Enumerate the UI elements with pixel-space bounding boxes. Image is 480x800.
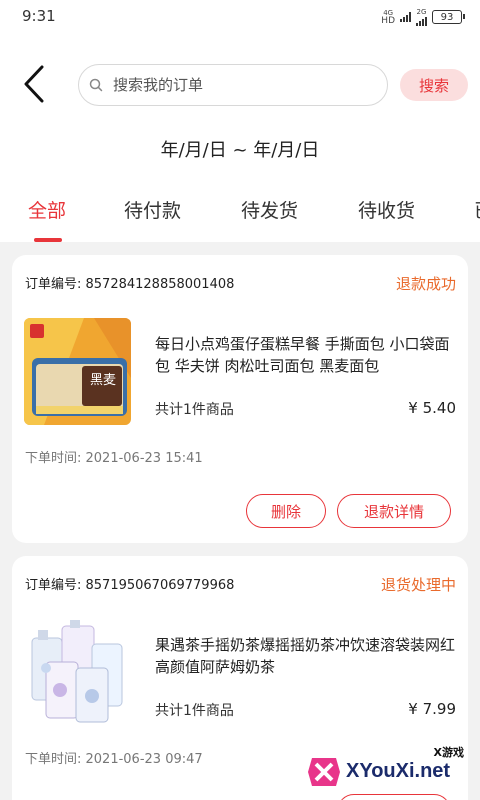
network-2g-icon: 2G bbox=[416, 8, 427, 26]
network-hd-4g-icon: 4G HD bbox=[381, 9, 395, 26]
order-status: 退货处理中 bbox=[380, 576, 456, 594]
order-time: 下单时间: 2021-06-23 09:47 bbox=[25, 752, 203, 767]
watermark-logo-icon bbox=[308, 758, 340, 786]
status-time: 9:31 bbox=[22, 7, 56, 25]
watermark-site-name: XYouXi.net bbox=[346, 760, 451, 782]
signal-bars-2-icon bbox=[416, 16, 427, 26]
item-count: 共计1件商品 bbox=[155, 703, 234, 719]
product-name[interactable]: 每日小点鸡蛋仔蛋糕早餐 手撕面包 小口袋面包 华夫饼 肉松吐司面包 黑麦面包 bbox=[155, 333, 455, 377]
refund-details-button[interactable]: 退款详情 bbox=[337, 494, 451, 528]
tab-completed[interactable]: 已 bbox=[474, 196, 480, 223]
status-bar: 9:31 4G HD 2G 93 bbox=[0, 0, 480, 34]
search-button[interactable]: 搜索 bbox=[400, 69, 468, 101]
tab-pending-receipt[interactable]: 待收货 bbox=[358, 196, 415, 223]
order-status: 退款成功 bbox=[395, 275, 456, 293]
search-input[interactable] bbox=[113, 76, 373, 94]
battery-icon: 93 bbox=[432, 10, 465, 24]
product-image[interactable]: 黑麦 bbox=[24, 318, 131, 425]
date-range-picker[interactable]: 年/月/日 ~ 年/月/日 bbox=[0, 136, 480, 162]
signal-bars-icon bbox=[400, 12, 411, 22]
product-name[interactable]: 果遇茶手摇奶茶爆摇摇奶茶冲饮速溶袋装网红高颜值阿萨姆奶茶 bbox=[155, 634, 455, 678]
watermark-small-text: X游戏 bbox=[433, 746, 464, 759]
order-tabs: 全部 待付款 待发货 待收货 已 bbox=[0, 196, 480, 242]
product-package-label: 黑麦 bbox=[90, 373, 116, 388]
order-time: 下单时间: 2021-06-23 15:41 bbox=[25, 451, 203, 466]
order-card[interactable]: 订单编号: 857284128858001408 退款成功 黑麦 每日小点鸡蛋仔… bbox=[12, 255, 468, 543]
site-watermark: X游戏 XYouXi.net bbox=[304, 740, 480, 800]
order-price: ¥ 5.40 bbox=[408, 399, 456, 417]
battery-level: 93 bbox=[440, 11, 454, 23]
search-icon bbox=[89, 78, 103, 92]
delete-button[interactable]: 删除 bbox=[246, 494, 326, 528]
milk-tea-product-image bbox=[24, 618, 131, 725]
order-number: 订单编号: 857195067069779968 bbox=[25, 578, 235, 593]
status-icons: 4G HD 2G 93 bbox=[381, 8, 465, 26]
product-image[interactable] bbox=[24, 618, 131, 725]
bread-product-image: 黑麦 bbox=[24, 318, 131, 425]
back-button[interactable] bbox=[18, 64, 50, 104]
item-count: 共计1件商品 bbox=[155, 402, 234, 418]
order-price: ¥ 7.99 bbox=[408, 700, 456, 718]
tab-all[interactable]: 全部 bbox=[28, 196, 66, 223]
search-box[interactable] bbox=[78, 64, 388, 106]
active-tab-indicator bbox=[34, 238, 62, 242]
tab-pending-payment[interactable]: 待付款 bbox=[124, 196, 181, 223]
order-number: 订单编号: 857284128858001408 bbox=[25, 277, 235, 292]
back-arrow-icon bbox=[24, 65, 44, 103]
tab-pending-shipment[interactable]: 待发货 bbox=[241, 196, 298, 223]
